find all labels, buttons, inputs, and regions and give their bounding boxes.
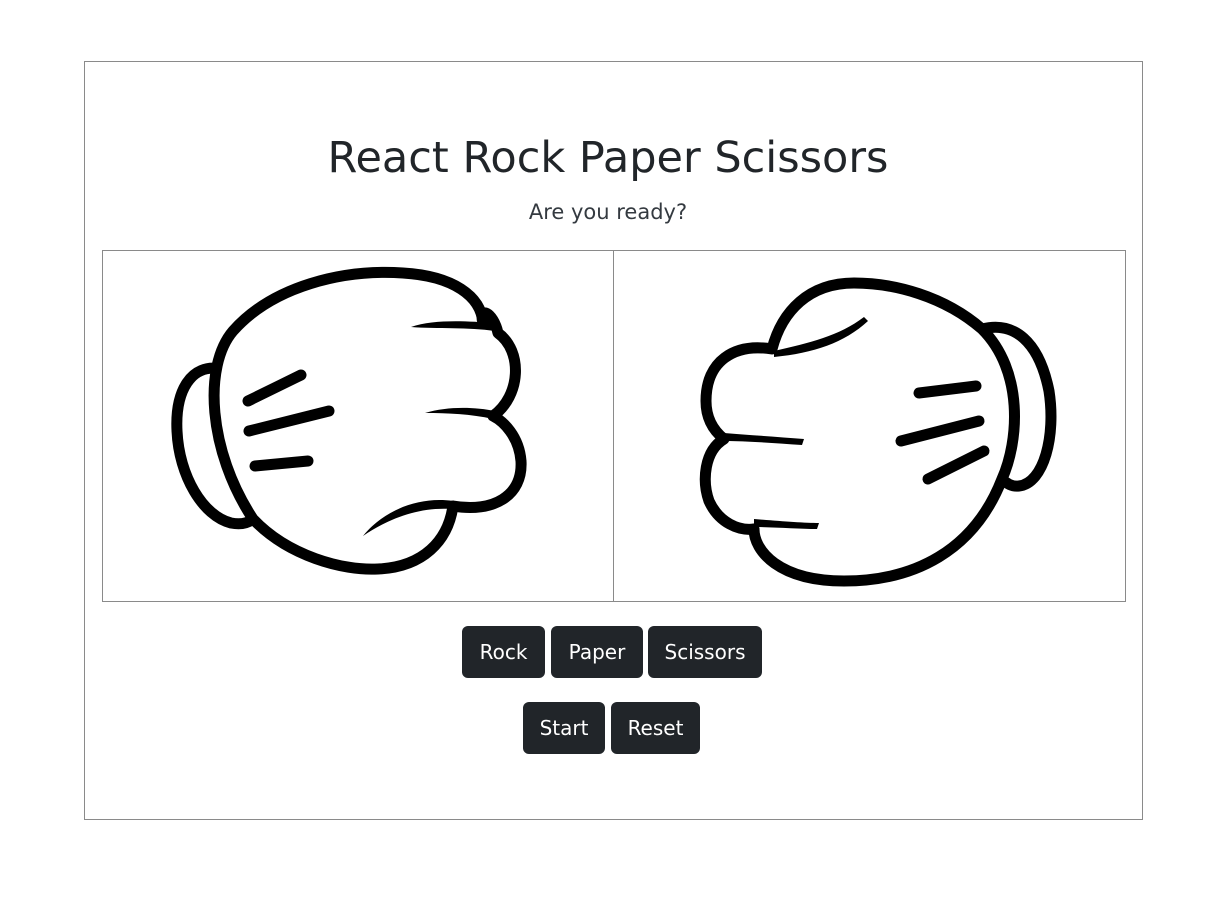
start-button[interactable]: Start xyxy=(523,702,605,754)
computer-hand-panel xyxy=(613,250,1126,602)
fist-icon xyxy=(171,266,527,575)
player-hand-panel xyxy=(102,250,615,602)
status-text: Are you ready? xyxy=(528,200,688,224)
scissors-button[interactable]: Scissors xyxy=(648,626,762,678)
reset-button[interactable]: Reset xyxy=(611,702,700,754)
rock-button[interactable]: Rock xyxy=(462,626,545,678)
page-title: React Rock Paper Scissors xyxy=(327,133,889,183)
paper-button[interactable]: Paper xyxy=(551,626,643,678)
fist-icon xyxy=(699,277,1057,587)
